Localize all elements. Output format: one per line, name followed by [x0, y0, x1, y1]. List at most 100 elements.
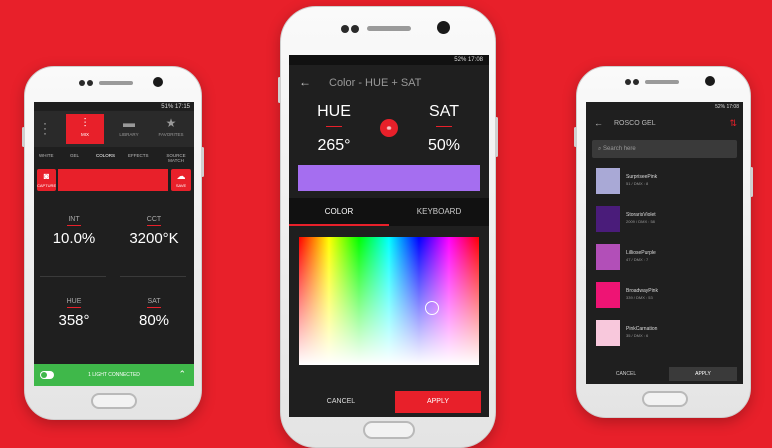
- gel-swatch: [596, 206, 620, 232]
- label-underline: [326, 126, 342, 127]
- page-title: ROSCO GEL: [614, 120, 656, 127]
- phone-hue-sat: 52% 17:08 ← Color - HUE + SAT HUE SAT ⚭ …: [278, 6, 498, 448]
- connection-bar[interactable]: 1 LIGHT CONNECTED ⌃: [34, 364, 194, 386]
- gel-code: 35 / DMX : 6: [626, 333, 649, 338]
- phone-mix: 51% 17:15 · · · ⫶ MIX ▬ LIBRARY ★ FAVORITE…: [22, 66, 204, 420]
- apply-button[interactable]: APPLY: [669, 367, 737, 381]
- color-swatch: [298, 165, 480, 191]
- hue-label: HUE: [66, 298, 82, 305]
- capture-button[interactable]: ◙ CAPTURE: [37, 169, 56, 191]
- folder-icon: ▬: [123, 116, 135, 130]
- sat-label: SAT: [147, 298, 161, 305]
- subtab-gel[interactable]: GEL: [70, 153, 79, 158]
- power-key: [750, 167, 753, 197]
- screen-hue-sat: 52% 17:08 ← Color - HUE + SAT HUE SAT ⚭ …: [289, 55, 489, 417]
- gel-name: StorarisViolet: [626, 212, 656, 218]
- sensor-dot: [79, 80, 85, 86]
- cct-value: 3200°K: [129, 230, 179, 247]
- screen-rosco-gel: 52% 17:08 ← ROSCO GEL ⇅ ⌕ Search here Su…: [586, 102, 743, 384]
- sensor-dot: [341, 25, 349, 33]
- earpiece-grille: [367, 26, 411, 31]
- volume-key: [22, 127, 25, 147]
- apply-button[interactable]: APPLY: [395, 391, 481, 413]
- sat-value: 80%: [138, 312, 170, 329]
- subtab-effects[interactable]: EFFECTS: [128, 153, 149, 158]
- sensor-dot: [633, 79, 639, 85]
- hue-value-block[interactable]: HUE 358°: [39, 298, 109, 329]
- earpiece-grille: [645, 80, 679, 84]
- tab-keyboard[interactable]: KEYBOARD: [389, 198, 489, 226]
- status-bar: 51% 17:15: [161, 104, 190, 110]
- gel-name: SurpriseePink: [626, 174, 658, 180]
- power-key: [495, 117, 498, 157]
- volume-key: [278, 77, 281, 103]
- back-arrow-icon[interactable]: ←: [594, 118, 603, 128]
- sensor-dot: [351, 25, 359, 33]
- input-tabs: COLOR KEYBOARD: [289, 198, 489, 226]
- app-header: ← ROSCO GEL ⇅: [586, 111, 743, 137]
- gel-swatch: [596, 168, 620, 194]
- tab-label: MIX: [80, 132, 89, 137]
- screen-mix: 51% 17:15 · · · ⫶ MIX ▬ LIBRARY ★ FAVORITE…: [34, 102, 194, 386]
- subtab-source-match[interactable]: SOURCE MATCH: [162, 153, 190, 163]
- cancel-button[interactable]: CANCEL: [592, 367, 660, 381]
- camera-icon: ◙: [43, 171, 50, 181]
- earpiece-grille: [99, 81, 133, 85]
- front-camera: [705, 76, 715, 86]
- int-value-block[interactable]: INT 10.0%: [39, 216, 109, 247]
- gel-swatch: [596, 282, 620, 308]
- int-value: 10.0%: [52, 230, 96, 247]
- status-bar: 52% 17:08: [715, 104, 739, 110]
- color-picker[interactable]: [299, 237, 479, 365]
- phone-rosco-gel: 52% 17:08 ← ROSCO GEL ⇅ ⌕ Search here Su…: [574, 66, 753, 418]
- list-item[interactable]: LilliosePurple 47 / DMX : 7: [596, 242, 736, 272]
- mode-tabs: · · · ⫶ MIX ▬ LIBRARY ★ FAVORITES: [34, 111, 194, 147]
- sat-value-block[interactable]: SAT 80%: [119, 298, 189, 329]
- gel-swatch: [596, 244, 620, 270]
- hue-value[interactable]: 265°: [294, 137, 374, 155]
- front-camera: [153, 77, 163, 87]
- volume-key: [574, 127, 577, 147]
- subtab-white[interactable]: WHITE: [39, 153, 54, 158]
- cancel-button[interactable]: CANCEL: [297, 391, 385, 413]
- list-item[interactable]: SurpriseePink 51 / DMX : 8: [596, 166, 736, 196]
- label-underline: [147, 225, 161, 226]
- status-bar: 52% 17:08: [289, 55, 489, 65]
- tab-favorites[interactable]: ★ FAVORITES: [152, 114, 190, 144]
- label-underline: [436, 126, 452, 127]
- sat-value[interactable]: 50%: [404, 137, 484, 155]
- color-preview-bar: [58, 169, 168, 191]
- action-footer: CANCEL APPLY: [586, 364, 743, 384]
- gel-name: BroadwayPink: [626, 288, 658, 294]
- gel-name: PinkCarnation: [626, 326, 658, 332]
- home-button: [91, 393, 137, 409]
- more-vertical-icon[interactable]: · · ·: [42, 117, 48, 139]
- subtab-colors[interactable]: COLORS: [96, 153, 115, 158]
- tab-mix[interactable]: ⫶ MIX: [66, 114, 104, 144]
- save-label: SAVE: [175, 183, 187, 188]
- picker-cursor[interactable]: [425, 301, 439, 315]
- sort-filter-icon[interactable]: ⇅: [729, 118, 737, 129]
- list-item[interactable]: PinkCarnation 35 / DMX : 6: [596, 318, 736, 348]
- sat-label: SAT: [429, 103, 459, 120]
- tab-color[interactable]: COLOR: [289, 198, 389, 226]
- app-header: ← Color - HUE + SAT: [289, 65, 489, 101]
- sub-tabs: WHITE GEL COLORS EFFECTS SOURCE MATCH: [34, 150, 194, 164]
- gel-code: 51 / DMX : 8: [626, 181, 649, 186]
- hue-value: 358°: [58, 312, 90, 329]
- list-item[interactable]: BroadwayPink 339 / DMX : 53: [596, 280, 736, 310]
- link-icon[interactable]: ⚭: [380, 119, 398, 137]
- label-underline: [147, 307, 161, 308]
- chevron-up-icon[interactable]: ⌃: [178, 369, 186, 380]
- cct-value-block[interactable]: CCT 3200°K: [119, 216, 189, 247]
- list-item[interactable]: StorarisViolet 2009 / DMX : 58: [596, 204, 736, 234]
- tab-library[interactable]: ▬ LIBRARY: [110, 114, 148, 144]
- back-arrow-icon[interactable]: ←: [299, 75, 311, 89]
- page-title: Color - HUE + SAT: [329, 77, 422, 89]
- int-label: INT: [68, 216, 80, 223]
- save-button[interactable]: ☁ SAVE: [171, 169, 191, 191]
- search-input[interactable]: ⌕ Search here: [592, 140, 737, 158]
- capture-label: CAPTURE: [37, 183, 57, 188]
- tab-label: FAVORITES: [158, 132, 184, 137]
- cct-label: CCT: [146, 216, 162, 223]
